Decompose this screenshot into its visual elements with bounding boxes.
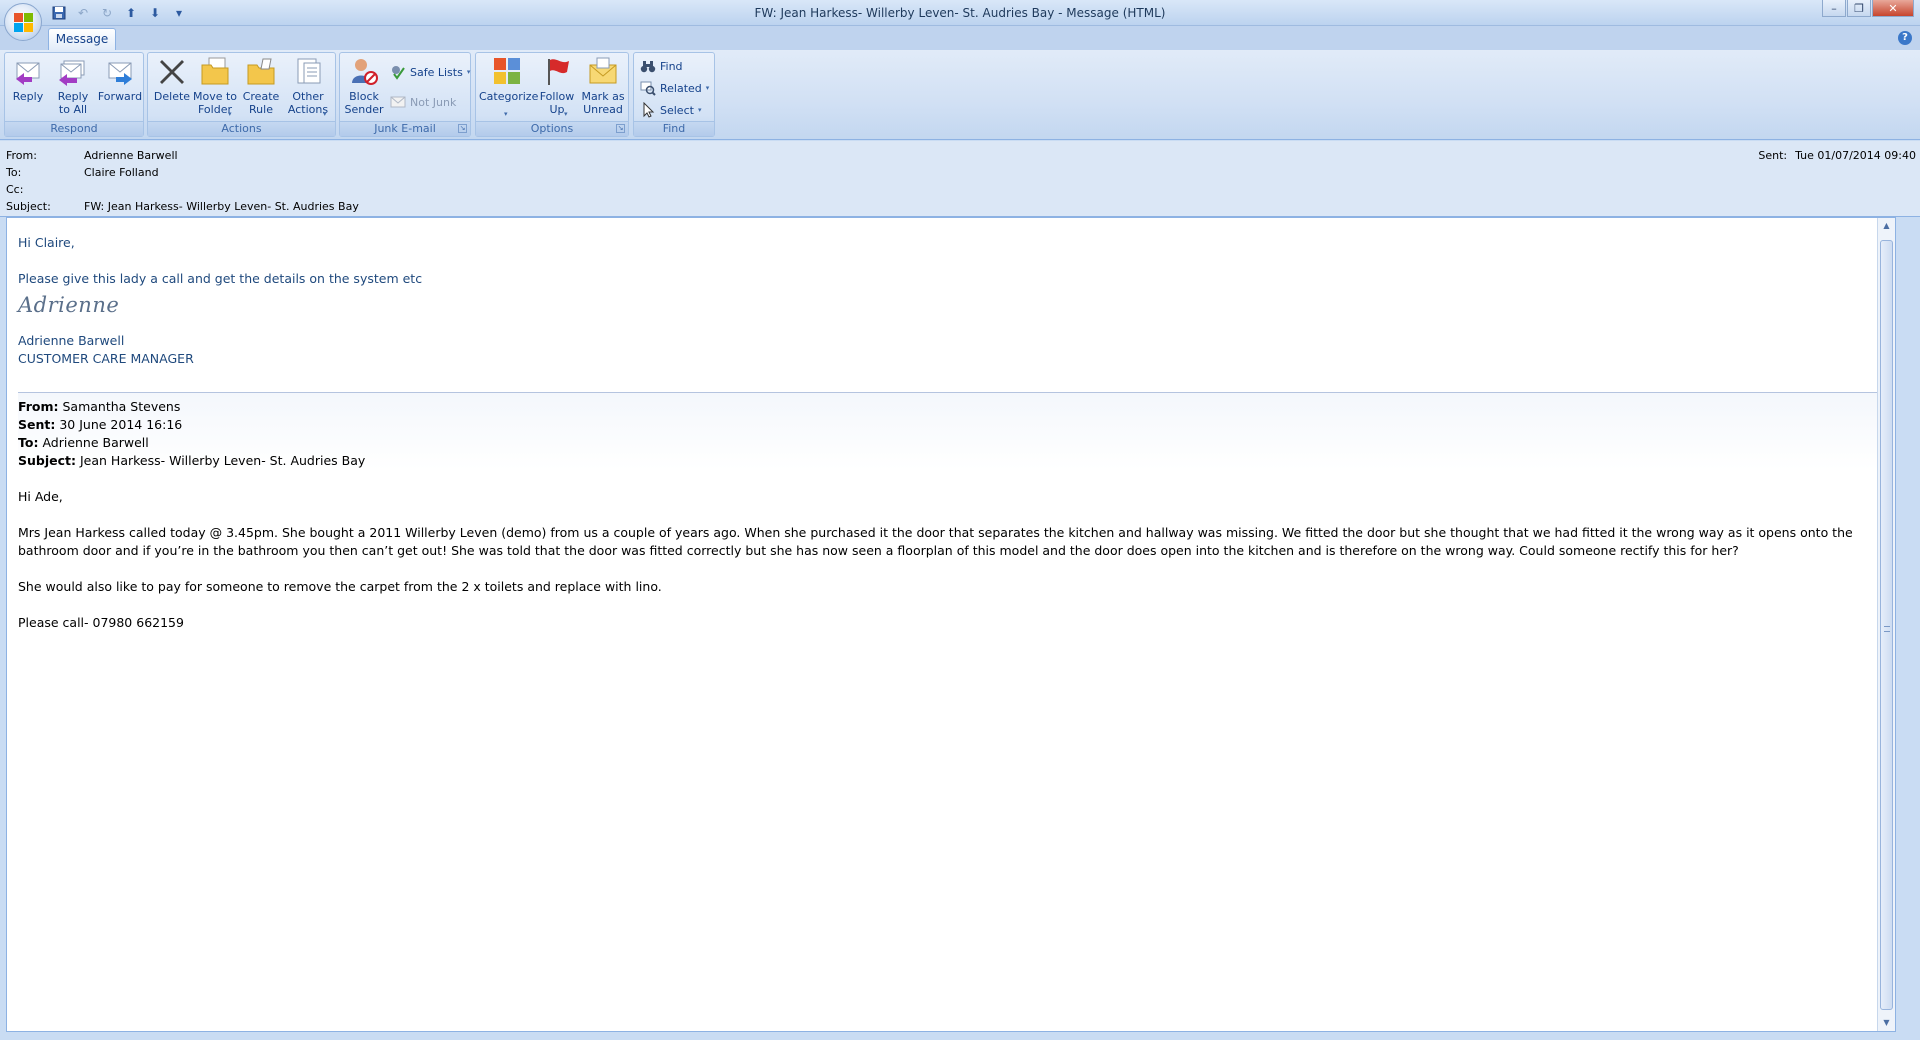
reply-all-icon — [59, 60, 85, 86]
vertical-scrollbar[interactable]: ▲ ▼ — [1877, 218, 1895, 1031]
group-label-actions: Actions — [148, 121, 335, 136]
from-row: From: Adrienne Barwell — [6, 149, 178, 165]
subject-value: FW: Jean Harkess- Willerby Leven- St. Au… — [84, 200, 359, 213]
group-label-respond: Respond — [5, 121, 143, 136]
close-button[interactable]: ✕ — [1872, 0, 1914, 17]
categorize-button[interactable]: Categorize ▾ — [479, 55, 538, 121]
tab-message[interactable]: Message — [48, 28, 116, 50]
delete-icon — [160, 60, 184, 84]
safe-lists-button[interactable]: Safe Lists ▾ — [390, 63, 470, 81]
create-rule-icon — [247, 58, 275, 85]
scroll-up-icon[interactable]: ▲ — [1878, 218, 1895, 234]
fwd-subject: Subject: Jean Harkess- Willerby Leven- S… — [18, 453, 366, 468]
forwarded-header: From: Samantha Stevens Sent: 30 June 201… — [18, 392, 1884, 470]
subject-row: Subject: FW: Jean Harkess- Willerby Leve… — [6, 200, 359, 216]
window-title: FW: Jean Harkess- Willerby Leven- St. Au… — [754, 6, 1166, 20]
move-to-folder-button[interactable]: Move to Folder ▾ — [192, 55, 238, 121]
fwd-paragraph-3: Please call- 07980 662159 — [18, 615, 184, 630]
related-button[interactable]: Related ▾ — [640, 79, 709, 97]
follow-up-button[interactable]: Follow Up ▾ — [536, 55, 578, 121]
other-actions-button[interactable]: Other Actions ▾ — [284, 55, 332, 121]
dropdown-arrow-icon: ▾ — [504, 110, 508, 118]
binoculars-icon — [640, 61, 656, 73]
scroll-down-icon[interactable]: ▼ — [1878, 1015, 1895, 1031]
dropdown-arrow-icon: ▾ — [466, 68, 471, 76]
group-label-find: Find — [634, 121, 714, 136]
scroll-thumb[interactable] — [1880, 240, 1893, 1010]
categorize-icon — [494, 58, 520, 84]
to-row: To: Claire Folland — [6, 166, 159, 182]
sent-row: Sent: Tue 01/07/2014 09:40 — [1758, 149, 1916, 162]
dropdown-arrow-icon: ▾ — [697, 106, 702, 114]
fwd-from: From: Samantha Stevens — [18, 399, 181, 414]
dropdown-arrow-icon: ▾ — [564, 110, 568, 118]
junk-options-launcher[interactable]: ↘ — [458, 124, 467, 133]
delete-button[interactable]: Delete — [152, 55, 192, 121]
signature-name: Adrienne Barwell — [18, 333, 125, 348]
message-body[interactable]: Hi Claire, Please give this lady a call … — [6, 217, 1896, 1032]
signature-image: Adrienne — [18, 293, 120, 317]
scroll-grip — [1884, 626, 1890, 632]
group-options: Categorize ▾ Follow Up ▾ Mark as Unread Op… — [475, 52, 629, 137]
block-sender-icon — [352, 59, 378, 85]
select-button[interactable]: Select ▾ — [640, 101, 701, 119]
fwd-sent: Sent: 30 June 2014 16:16 — [18, 417, 183, 432]
flag-icon — [548, 59, 569, 85]
safe-lists-icon — [392, 66, 405, 80]
ribbon-tab-strip: Message ? — [0, 26, 1920, 50]
greeting: Hi Claire, — [18, 235, 75, 250]
restore-button[interactable]: ❐ — [1847, 0, 1871, 17]
window-controls: – ❐ ✕ — [1822, 0, 1914, 17]
block-sender-button[interactable]: Block Sender — [342, 55, 386, 121]
find-button[interactable]: Find — [640, 57, 683, 75]
dropdown-arrow-icon: ▾ — [323, 110, 327, 118]
unread-envelope-icon — [589, 57, 617, 84]
to-value[interactable]: Claire Folland — [84, 166, 159, 182]
group-find: Find Related ▾ Select ▾ Find — [633, 52, 715, 137]
group-label-options: Options — [476, 121, 628, 136]
not-junk-button[interactable]: Not Junk — [390, 93, 456, 111]
create-rule-button[interactable]: Create Rule — [240, 55, 282, 121]
cc-row: Cc: — [6, 183, 24, 196]
related-icon — [640, 81, 656, 96]
message-header: From: Adrienne Barwell To: Claire Follan… — [0, 141, 1920, 217]
fwd-paragraph-1: Mrs Jean Harkess called today @ 3.45pm. … — [18, 525, 1853, 558]
group-actions: Delete Move to Folder ▾ Create Rule Other… — [147, 52, 336, 137]
options-launcher[interactable]: ↘ — [616, 124, 625, 133]
mark-as-unread-button[interactable]: Mark as Unread — [579, 55, 627, 121]
not-junk-icon — [390, 96, 406, 108]
reply-icon — [16, 62, 40, 85]
fwd-to: To: Adrienne Barwell — [18, 435, 149, 450]
dropdown-arrow-icon: ▾ — [228, 110, 232, 118]
group-label-junk-email: Junk E-mail — [340, 121, 470, 136]
message-content: Hi Claire, Please give this lady a call … — [18, 234, 1884, 632]
office-logo-icon — [14, 13, 34, 33]
ribbon: Reply Reply to All Forward Respond Delet… — [0, 50, 1920, 140]
help-icon[interactable]: ? — [1898, 31, 1912, 45]
sent-value: Tue 01/07/2014 09:40 — [1795, 149, 1916, 162]
dropdown-arrow-icon: ▾ — [705, 84, 710, 92]
cursor-icon — [643, 102, 655, 118]
group-junk-email: Block Sender Safe Lists ▾ Not Junk Junk E… — [339, 52, 471, 137]
signature-title: CUSTOMER CARE MANAGER — [18, 351, 194, 366]
title-bar: ↶ ↻ ⬆ ⬇ ▾ FW: Jean Harkess- Willerby Lev… — [0, 0, 1920, 26]
from-value[interactable]: Adrienne Barwell — [84, 149, 178, 165]
office-button[interactable] — [4, 3, 42, 41]
folder-icon — [201, 57, 229, 85]
fwd-paragraph-2: She would also like to pay for someone t… — [18, 579, 662, 594]
forward-icon — [108, 62, 132, 85]
body-line: Please give this lady a call and get the… — [18, 271, 423, 286]
other-actions-icon — [297, 58, 321, 84]
reply-all-button[interactable]: Reply to All — [51, 55, 95, 121]
reply-button[interactable]: Reply — [9, 55, 47, 121]
group-respond: Reply Reply to All Forward Respond — [4, 52, 144, 137]
minimize-button[interactable]: – — [1822, 0, 1846, 17]
forward-button[interactable]: Forward — [97, 55, 143, 121]
fwd-greeting: Hi Ade, — [18, 489, 63, 504]
